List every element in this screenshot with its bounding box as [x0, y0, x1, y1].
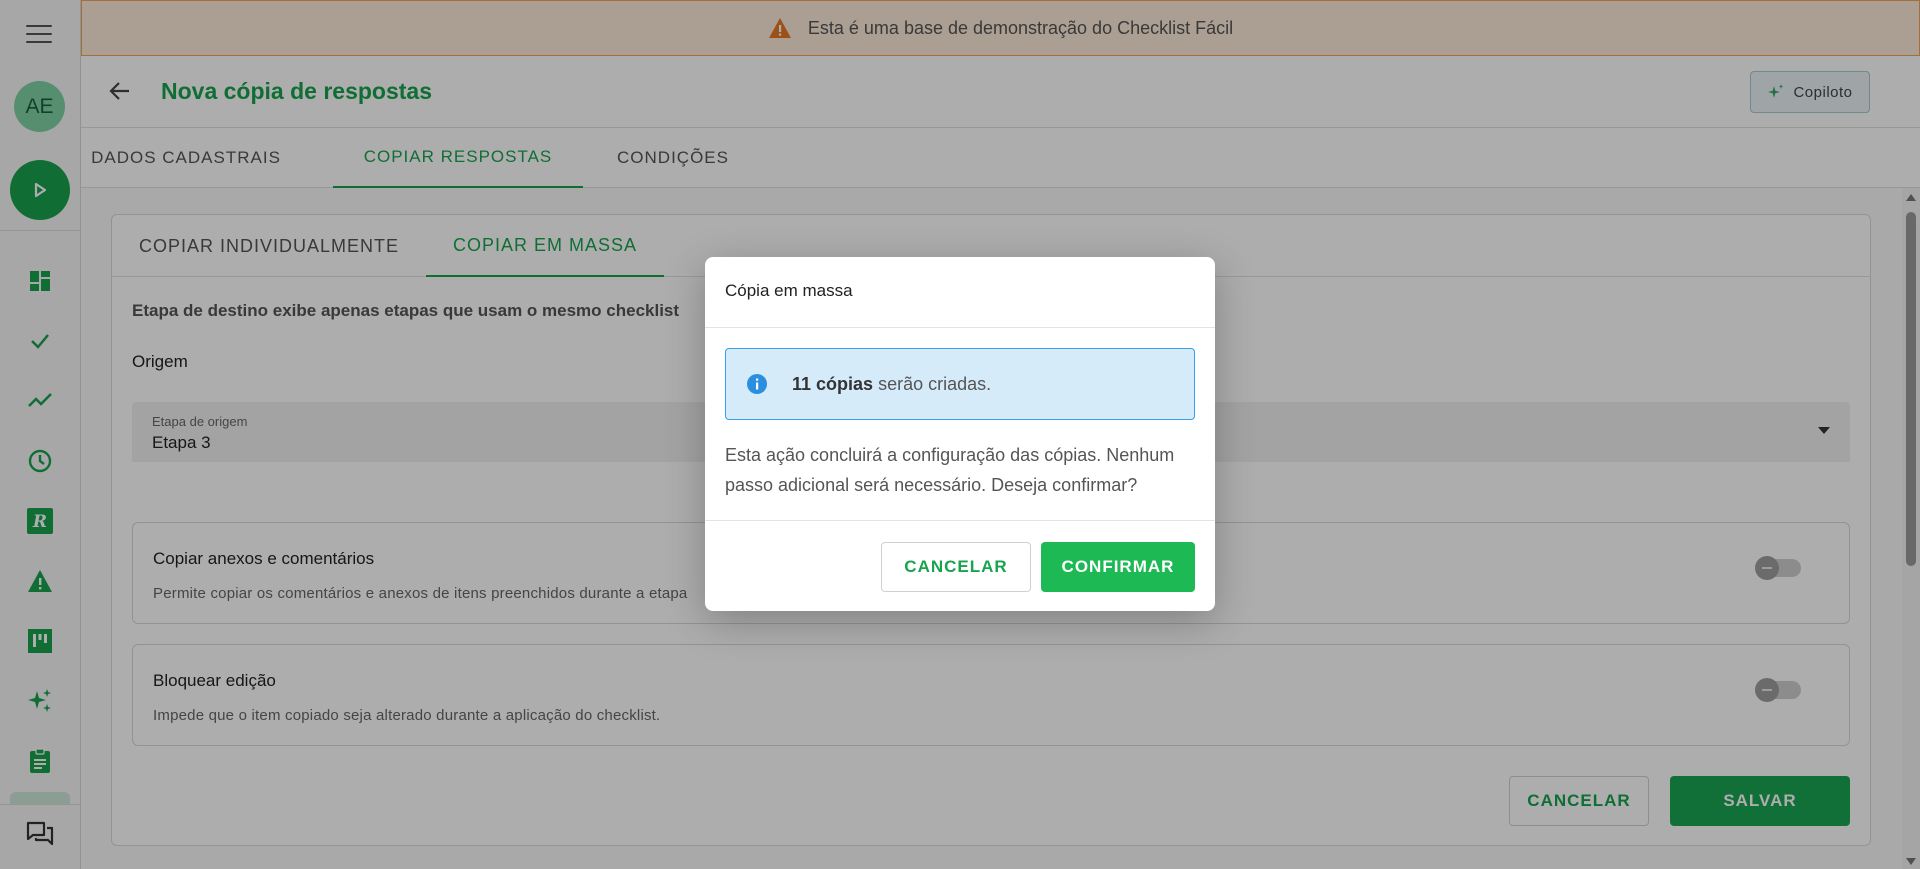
info-text: serão criadas. [878, 373, 992, 394]
info-count: 11 cópias [792, 373, 874, 394]
dialog-body: Esta ação concluirá a configuração das c… [725, 445, 1175, 495]
dialog-title: Cópia em massa [725, 281, 853, 300]
info-alert: 11 cópias serão criadas. [725, 348, 1195, 420]
info-icon [747, 374, 767, 394]
bulk-copy-dialog: Cópia em massa 11 cópias serão criadas. … [705, 257, 1215, 611]
dialog-cancel-button[interactable]: CANCELAR [881, 542, 1031, 592]
dialog-confirm-button[interactable]: CONFIRMAR [1041, 542, 1195, 592]
